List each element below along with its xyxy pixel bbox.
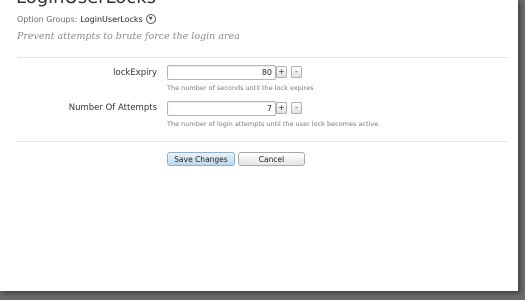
field-hint-number-of-attempts: The number of login attempts until the u… [167,120,379,128]
number-of-attempts-increment-button[interactable]: + [276,102,287,114]
page-title: LoginUserLocks [16,0,156,8]
number-of-attempts-decrement-button[interactable]: - [291,102,302,114]
save-changes-button[interactable]: Save Changes [167,152,235,166]
lock-expiry-decrement-button[interactable]: - [291,66,302,78]
divider-bottom [17,141,507,142]
lock-expiry-input[interactable] [167,65,276,80]
option-group-description: Prevent attempts to brute force the logi… [17,31,240,42]
chevron-down-circle-icon[interactable]: ▼ [145,14,156,24]
lock-expiry-increment-button[interactable]: + [276,66,287,78]
divider-top [17,57,507,58]
number-of-attempts-input[interactable] [167,101,276,116]
option-group-selector[interactable]: LoginUserLocks [80,15,142,24]
field-label-lock-expiry: lockExpiry [113,68,157,78]
cancel-button[interactable]: Cancel [238,152,305,166]
option-groups-label: Option Groups: [17,14,78,24]
field-hint-lock-expiry: The number of seconds until the lock exp… [167,84,314,92]
options-panel: LoginUserLocks Option Groups: LoginUserL… [0,0,518,291]
field-label-number-of-attempts: Number Of Attempts [68,103,157,113]
option-groups-line: Option Groups: LoginUserLocks ▼ [17,14,156,24]
